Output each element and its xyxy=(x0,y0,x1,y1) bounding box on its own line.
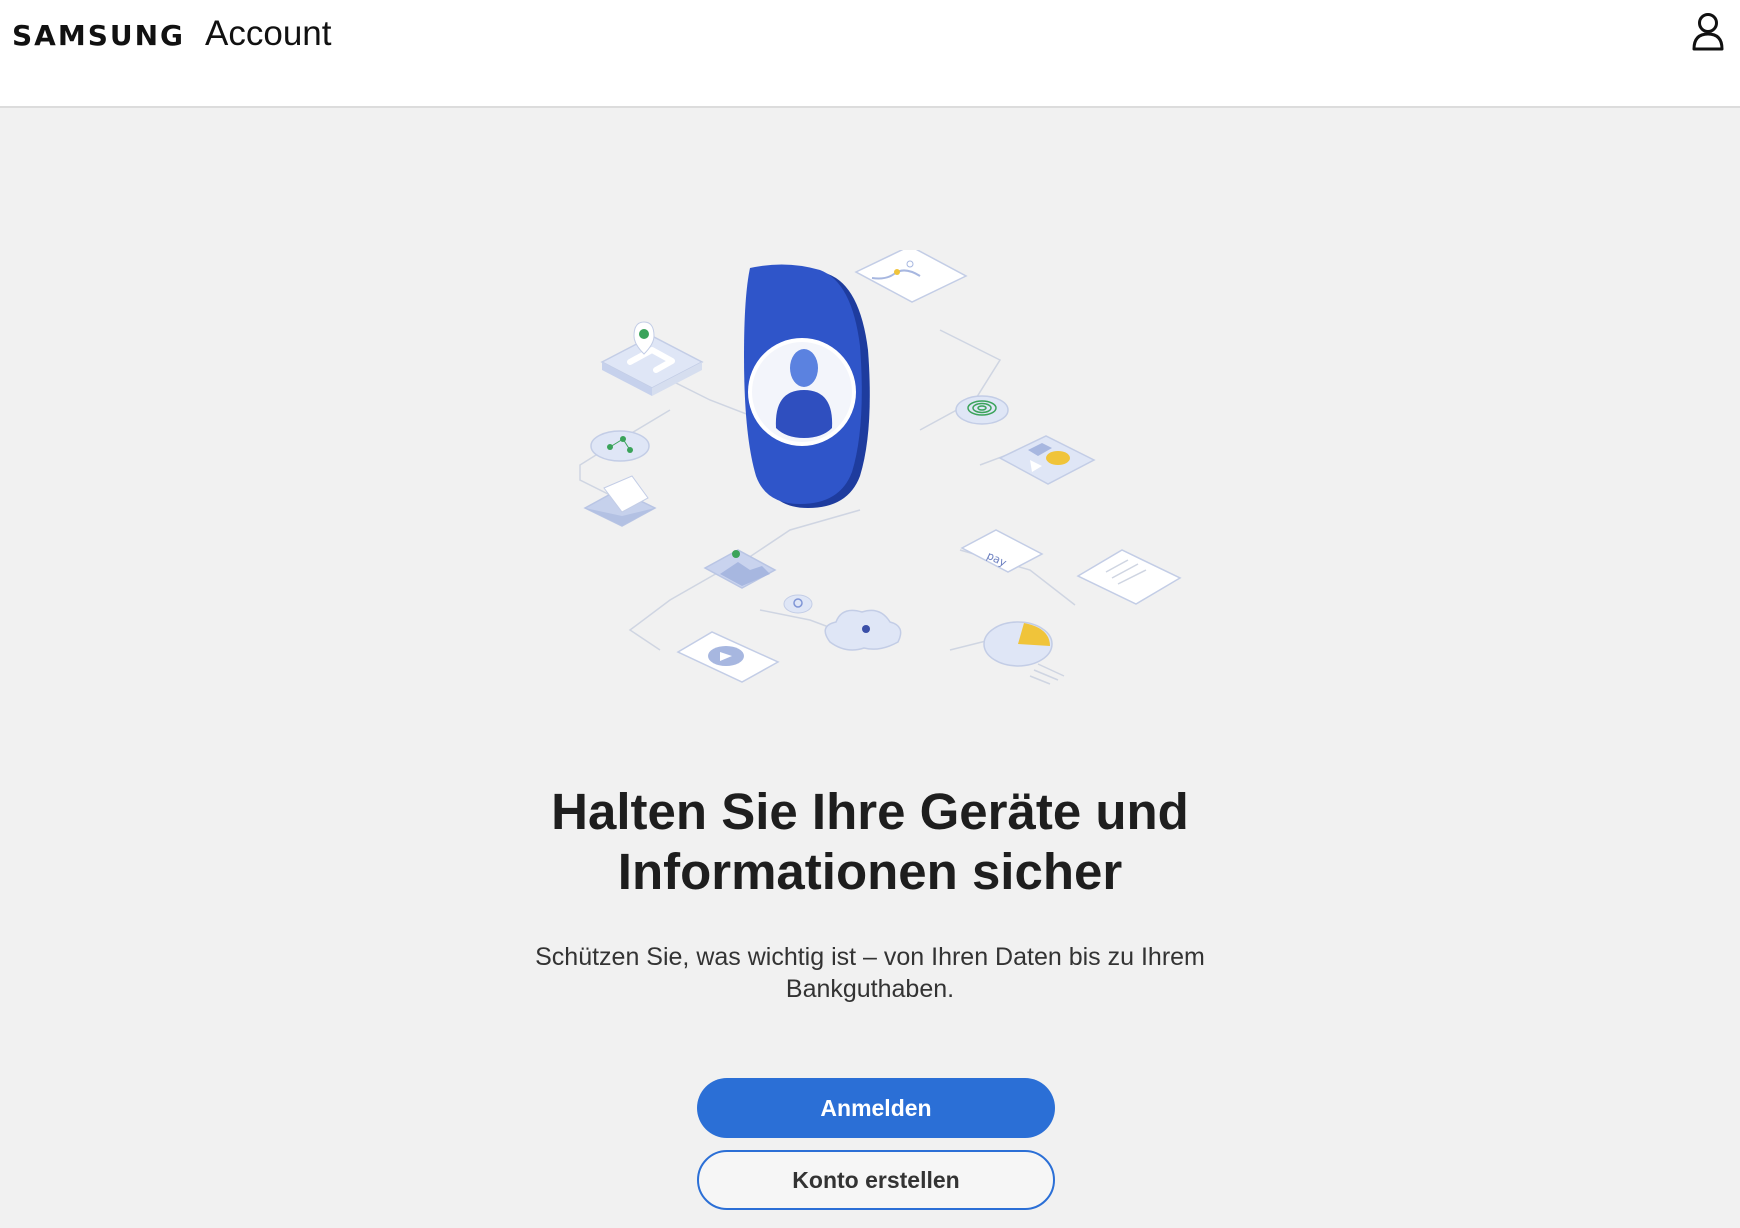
hero-illustration: pay xyxy=(560,245,1200,710)
subtitle-line-1: Schützen Sie, was wichtig ist – von Ihre… xyxy=(535,943,1205,971)
play-card xyxy=(676,631,780,683)
fingerprint-node xyxy=(955,395,1009,425)
photo-card xyxy=(703,549,777,589)
hero-illustration-graphic: pay xyxy=(579,245,1182,685)
account-badge xyxy=(744,264,870,508)
envelope-card xyxy=(583,475,657,527)
headline-line-2: Informationen sicher xyxy=(617,843,1123,900)
top-header: SAMSUNG Account xyxy=(0,0,1740,108)
chart-card xyxy=(854,245,968,303)
sync-node xyxy=(783,594,813,614)
page-subtitle: Schützen Sie, was wichtig ist – von Ihre… xyxy=(500,941,1240,1005)
person-outline-icon xyxy=(1692,13,1724,51)
brand-account-wordmark: Account xyxy=(205,14,332,53)
samsung-account-logo[interactable]: SAMSUNG Account xyxy=(12,14,332,54)
pay-card: pay xyxy=(960,529,1044,573)
page-headline: Halten Sie Ihre Geräte und Informationen… xyxy=(0,782,1740,902)
network-node-card xyxy=(590,430,650,462)
headline-line-1: Halten Sie Ihre Geräte und xyxy=(551,783,1189,840)
subtitle-line-2: Bankguthaben. xyxy=(785,975,955,1003)
media-card xyxy=(998,435,1096,485)
cloud-card xyxy=(824,609,902,651)
sign-in-button[interactable]: Anmelden xyxy=(697,1078,1055,1138)
document-card xyxy=(1076,549,1182,605)
brand-samsung-wordmark: SAMSUNG xyxy=(12,19,186,52)
create-account-button[interactable]: Konto erstellen xyxy=(697,1150,1055,1210)
pie-chart-card xyxy=(983,621,1065,685)
map-pin-card xyxy=(600,321,704,396)
profile-button[interactable] xyxy=(1686,10,1730,54)
